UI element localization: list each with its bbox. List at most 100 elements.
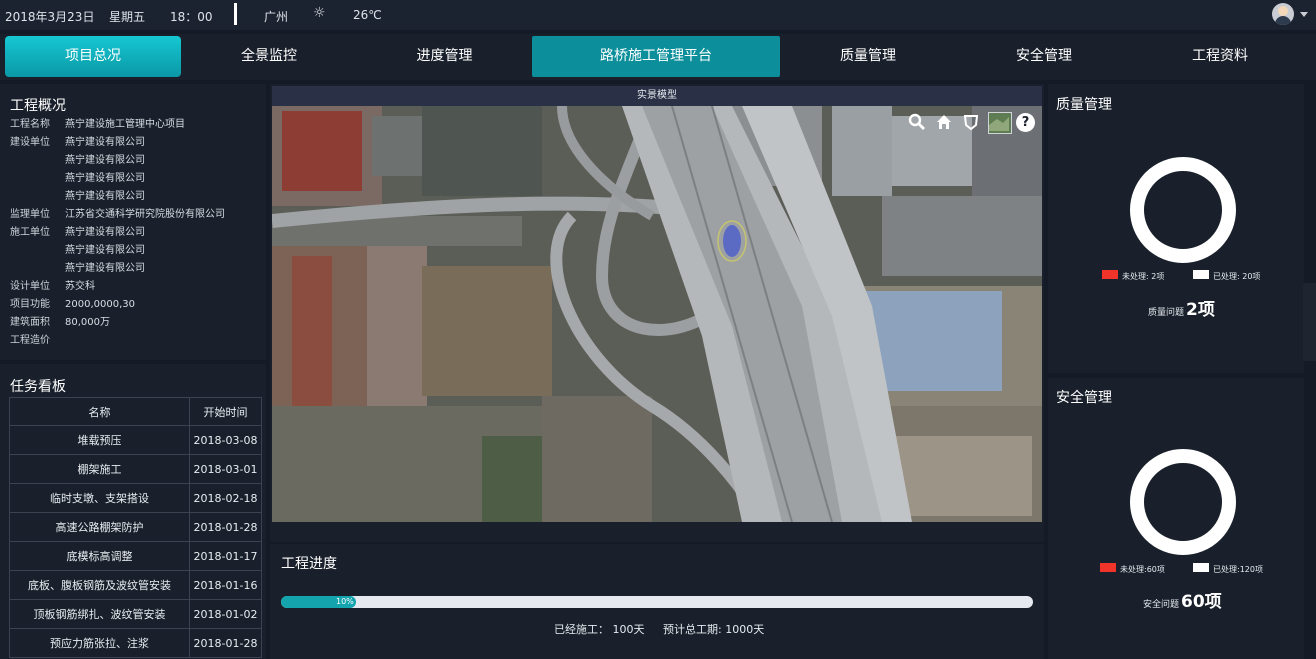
chevron-down-icon[interactable] — [1300, 12, 1308, 17]
task-start-cell: 2018-03-01 — [189, 454, 262, 484]
overview-value: 燕宁建设有限公司 — [65, 137, 145, 148]
overview-row: 燕宁建设有限公司 — [10, 190, 145, 204]
overview-row: 燕宁建设有限公司 — [10, 244, 145, 258]
side-collapse-tab[interactable] — [1303, 283, 1316, 361]
shield-icon[interactable] — [962, 113, 982, 133]
nav-item-safety[interactable]: 安全管理 — [956, 36, 1132, 77]
nav-item-overview[interactable]: 项目总况 — [5, 36, 181, 77]
overview-row: 燕宁建设有限公司 — [10, 172, 145, 186]
overview-row: 工程造价 — [10, 334, 65, 348]
total-duration: 预计总工期: 1000天 — [663, 623, 765, 636]
help-icon[interactable]: ? — [1016, 113, 1035, 132]
quality-summary: 质量问题 2项 — [1148, 295, 1215, 320]
task-name-cell: 预应力筋张拉、注浆 — [9, 628, 190, 658]
weekday-text: 星期五 — [109, 10, 146, 24]
overview-label: 施工单位 — [10, 227, 50, 238]
table-row[interactable]: 顶板钢筋绑扎、波纹管安装 2018-01-02 — [9, 599, 262, 629]
task-start-cell: 2018-01-02 — [189, 599, 262, 629]
safety-summary-value: 60项 — [1181, 592, 1222, 612]
overview-label: 工程名称 — [10, 119, 50, 130]
temperature-text: 26℃ — [353, 8, 382, 22]
overview-label: 设计单位 — [10, 281, 50, 292]
column-header-start: 开始时间 — [189, 397, 262, 426]
overview-value: 燕宁建设有限公司 — [65, 191, 145, 202]
overview-value: 燕宁建设有限公司 — [65, 263, 145, 274]
table-row[interactable]: 临时支墩、支架搭设 2018-02-18 — [9, 483, 262, 513]
overview-row: 施工单位 燕宁建设有限公司 — [10, 226, 145, 240]
task-start-cell: 2018-01-16 — [189, 570, 262, 600]
task-start-cell: 2018-03-08 — [189, 425, 262, 455]
divider — [234, 3, 237, 25]
task-start-cell: 2018-01-28 — [189, 512, 262, 542]
overview-label: 监理单位 — [10, 209, 50, 220]
overview-label: 项目功能 — [10, 299, 50, 310]
overview-row: 项目功能 2000,0000,30 — [10, 298, 135, 312]
safety-donut — [1130, 449, 1236, 555]
quality-donut — [1130, 157, 1236, 263]
nav-item-quality[interactable]: 质量管理 — [780, 36, 956, 77]
overview-label: 建设单位 — [10, 137, 50, 148]
safety-title: 安全管理 — [1056, 390, 1112, 406]
main-nav: 项目总况 全景监控 进度管理 路桥施工管理平台 质量管理 安全管理 工程资料 — [0, 34, 1316, 80]
task-name-cell: 临时支墩、支架搭设 — [9, 483, 190, 513]
overview-row: 工程名称 燕宁建设施工管理中心项目 — [10, 118, 185, 132]
progress-bar: 10% — [281, 596, 1033, 608]
task-name-cell: 堆载预压 — [9, 425, 190, 455]
overview-label: 工程造价 — [10, 335, 50, 346]
quality-summary-value: 2项 — [1186, 300, 1215, 320]
quality-processed-arc — [1130, 157, 1236, 263]
table-row[interactable]: 底板、腹板钢筋及波纹管安装 2018-01-16 — [9, 570, 262, 600]
table-row[interactable]: 堆载预压 2018-03-08 — [9, 425, 262, 455]
progress-percent: 10% — [336, 597, 354, 606]
quality-unprocessed-label: 未处理: 2项 — [1122, 272, 1165, 281]
task-name-cell: 底模标高调整 — [9, 541, 190, 571]
table-row[interactable]: 棚架施工 2018-03-01 — [9, 454, 262, 484]
overview-value: 燕宁建设有限公司 — [65, 227, 145, 238]
task-start-cell: 2018-01-28 — [189, 628, 262, 658]
column-header-name: 名称 — [9, 397, 190, 426]
overview-value: 2000,0000,30 — [65, 299, 135, 310]
overview-value: 燕宁建设有限公司 — [65, 173, 145, 184]
nav-item-monitoring[interactable]: 全景监控 — [181, 36, 357, 77]
date-text: 2018年3月23日 — [5, 10, 95, 24]
table-row[interactable]: 预应力筋张拉、注浆 2018-01-28 — [9, 628, 262, 658]
overview-row: 建设单位 燕宁建设有限公司 — [10, 136, 145, 150]
overview-value: 苏交科 — [65, 281, 95, 292]
nav-item-progress[interactable]: 进度管理 — [357, 36, 532, 77]
nav-item-platform[interactable]: 路桥施工管理平台 — [532, 36, 780, 77]
task-name-cell: 高速公路棚架防护 — [9, 512, 190, 542]
overview-value: 燕宁建设有限公司 — [65, 245, 145, 256]
overview-title: 工程概况 — [10, 98, 66, 114]
overview-value: 燕宁建设有限公司 — [65, 155, 145, 166]
task-start-cell: 2018-02-18 — [189, 483, 262, 513]
task-title: 任务看板 — [10, 379, 66, 395]
overview-value: 燕宁建设施工管理中心项目 — [65, 119, 185, 130]
safety-processed-arc — [1130, 449, 1236, 555]
safety-unprocessed-label: 未处理:60项 — [1120, 565, 1165, 574]
quality-processed-label: 已处理: 20项 — [1213, 272, 1261, 281]
legend-processed-swatch — [1193, 270, 1209, 279]
safety-summary: 安全问题 60项 — [1143, 587, 1222, 612]
legend-processed-swatch — [1193, 563, 1209, 572]
legend-unprocessed-swatch — [1102, 270, 1118, 279]
task-name-cell: 底板、腹板钢筋及波纹管安装 — [9, 570, 190, 600]
time-text: 18：00 — [170, 10, 213, 24]
home-icon[interactable] — [935, 113, 955, 133]
overview-row: 燕宁建设有限公司 — [10, 262, 145, 276]
quality-summary-label: 质量问题 — [1148, 308, 1185, 318]
top-status-bar: 2018年3月23日 星期五 18：00 广州 ☼ 26℃ — [0, 0, 1316, 30]
overview-label: 建筑面积 — [10, 317, 50, 328]
overview-row: 燕宁建设有限公司 — [10, 154, 145, 168]
map-view[interactable]: ? — [272, 106, 1042, 522]
task-start-cell: 2018-01-17 — [189, 541, 262, 571]
task-table: 名称 开始时间 堆载预压 2018-03-08 棚架施工 2018-03-01 临时支墩… — [9, 397, 262, 658]
search-icon[interactable] — [908, 113, 928, 133]
user-avatar[interactable] — [1272, 3, 1294, 25]
table-row[interactable]: 底模标高调整 2018-01-17 — [9, 541, 262, 571]
table-row[interactable]: 高速公路棚架防护 2018-01-28 — [9, 512, 262, 542]
layer-thumbnail-icon[interactable] — [988, 112, 1012, 134]
overview-row: 监理单位 江苏省交通科学研究院股份有限公司 — [10, 208, 225, 222]
safety-processed-label: 已处理:120项 — [1213, 565, 1263, 574]
progress-title: 工程进度 — [281, 556, 337, 572]
nav-item-documents[interactable]: 工程资料 — [1132, 36, 1308, 77]
